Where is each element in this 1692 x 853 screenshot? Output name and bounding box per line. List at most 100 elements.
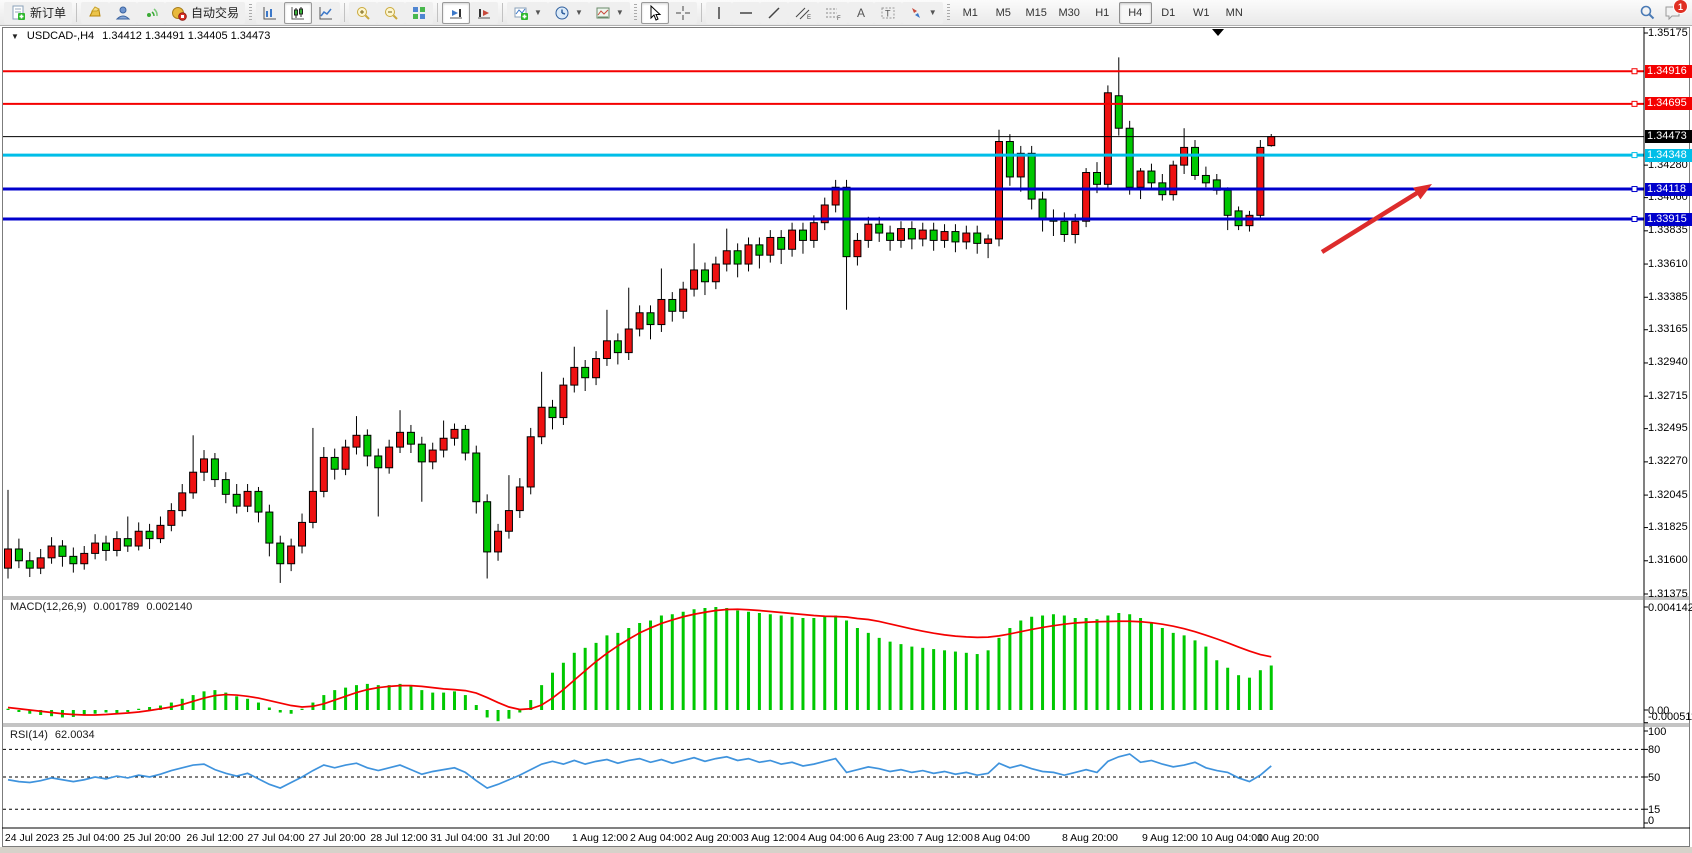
chart-canvas[interactable] (0, 0, 1692, 853)
timeframe-button-d1[interactable]: D1 (1152, 2, 1185, 24)
new-order-button[interactable]: 新订单 (4, 2, 72, 24)
macd-signal-value: 0.002140 (146, 601, 192, 613)
macd-value: 0.001789 (93, 601, 139, 613)
date-axis-label: 2 Aug 04:00 (630, 832, 686, 844)
date-axis-label: 25 Jul 04:00 (62, 832, 119, 844)
toolbar-grip (249, 4, 252, 22)
date-axis-label: 8 Aug 20:00 (1062, 832, 1118, 844)
date-axis-label: 28 Jul 12:00 (370, 832, 427, 844)
auto-scroll-button[interactable] (442, 2, 470, 24)
arrows-tool-button[interactable]: ▼ (902, 2, 943, 24)
date-axis-label: 4 Aug 04:00 (800, 832, 856, 844)
timeframe-group: M1M5M15M30H1H4D1W1MN (954, 2, 1251, 24)
price-axis-tick: 1.32495 (1648, 422, 1688, 434)
timeframe-button-mn[interactable]: MN (1218, 2, 1251, 24)
clock-icon (554, 5, 570, 21)
hline-handle (1632, 153, 1637, 158)
horizontal-line-tool-button[interactable] (732, 2, 760, 24)
hline-handle (1632, 217, 1637, 222)
date-axis-label: 31 Jul 04:00 (430, 832, 487, 844)
bar-chart-icon (262, 5, 278, 21)
periods-button[interactable]: ▼ (548, 2, 589, 24)
timeframe-button-m1[interactable]: M1 (954, 2, 987, 24)
chart-shift-button[interactable] (470, 2, 498, 24)
zoom-in-button[interactable] (349, 2, 377, 24)
rsi-axis-tick: 50 (1648, 772, 1660, 784)
timeframe-button-m15[interactable]: M15 (1020, 2, 1053, 24)
text-tool-button[interactable]: A (848, 2, 874, 24)
crosshair-icon (675, 5, 691, 21)
templates-button[interactable]: ▼ (589, 2, 630, 24)
timeframe-button-m30[interactable]: M30 (1053, 2, 1086, 24)
rsi-pane-label: RSI(14) 62.0034 (10, 729, 95, 741)
fibonacci-tool-button[interactable]: F (818, 2, 848, 24)
text-label-tool-button[interactable]: T (874, 2, 902, 24)
price-axis-tick: 1.33610 (1648, 258, 1688, 270)
timeframe-button-h4[interactable]: H4 (1119, 2, 1152, 24)
new-order-icon (10, 5, 26, 21)
toolbar-grip (947, 4, 950, 22)
text-label-icon: T (880, 5, 896, 21)
search-icon[interactable] (1639, 4, 1656, 21)
rsi-axis-tick: 100 (1648, 726, 1666, 738)
signals-button[interactable] (137, 2, 165, 24)
date-axis-label: 6 Aug 23:00 (858, 832, 914, 844)
rsi-line (8, 754, 1271, 788)
price-axis-tick: 1.33165 (1648, 323, 1688, 335)
svg-text:F: F (837, 16, 841, 21)
channel-tool-button[interactable]: E (788, 2, 818, 24)
price-axis-tick: 1.31600 (1648, 554, 1688, 566)
candlestick-chart-button[interactable] (284, 2, 312, 24)
rsi-axis-tick: 0 (1648, 815, 1654, 827)
price-axis-tick: 1.33385 (1648, 291, 1688, 303)
price-level-badge: 1.34695 (1645, 97, 1692, 110)
cursor-tool-button[interactable] (641, 2, 669, 24)
auto-trading-icon (171, 5, 187, 21)
date-axis-label: 3 Aug 12:00 (743, 832, 799, 844)
crosshair-tool-button[interactable] (669, 2, 697, 24)
macd-label: MACD(12,26,9) (10, 601, 86, 613)
indicators-button[interactable]: ▼ (507, 2, 548, 24)
auto-trading-button[interactable]: 自动交易 (165, 2, 245, 24)
community-button[interactable] (109, 2, 137, 24)
signal-waves-icon (143, 5, 159, 21)
chat-notification-icon[interactable]: 1 (1664, 4, 1682, 21)
trendline-icon (766, 5, 782, 21)
date-axis-label: 7 Aug 12:00 (917, 832, 973, 844)
dropdown-caret-icon: ▼ (616, 8, 624, 17)
bar-chart-button[interactable] (256, 2, 284, 24)
new-order-label: 新订单 (30, 4, 66, 21)
candlestick-chart-icon (290, 5, 306, 21)
line-chart-button[interactable] (312, 2, 340, 24)
date-axis-label: 10 Aug 04:00 (1201, 832, 1263, 844)
timeframe-button-w1[interactable]: W1 (1185, 2, 1218, 24)
dropdown-caret-icon: ▼ (929, 8, 937, 17)
timeframe-button-h1[interactable]: H1 (1086, 2, 1119, 24)
toolbar-separator (701, 3, 702, 22)
date-axis-label: 8 Aug 04:00 (974, 832, 1030, 844)
alerts-button[interactable] (81, 2, 109, 24)
date-axis-label: 26 Jul 12:00 (186, 832, 243, 844)
zoom-in-icon (355, 5, 371, 21)
svg-text:A: A (857, 6, 865, 20)
mt4-application: 新订单 自动交易 (0, 0, 1692, 853)
date-axis-label: 27 Jul 04:00 (247, 832, 304, 844)
price-axis-tick: 1.31825 (1648, 521, 1688, 533)
svg-text:T: T (885, 8, 891, 18)
date-axis-label: 24 Jul 2023 (5, 832, 59, 844)
date-axis-label: 9 Aug 12:00 (1142, 832, 1198, 844)
macd-pane-label: MACD(12,26,9) 0.001789 0.002140 (10, 601, 192, 613)
zoom-out-button[interactable] (377, 2, 405, 24)
vertical-line-tool-button[interactable] (706, 2, 732, 24)
timeframe-button-m5[interactable]: M5 (987, 2, 1020, 24)
indicators-icon (513, 5, 529, 21)
date-axis-label: 27 Jul 20:00 (308, 832, 365, 844)
toolbar-separator (76, 3, 77, 22)
trendline-tool-button[interactable] (760, 2, 788, 24)
price-level-badge: 1.34348 (1645, 149, 1692, 162)
tile-windows-button[interactable] (405, 2, 433, 24)
equidistant-channel-icon: E (794, 5, 812, 21)
hline-handle (1632, 101, 1637, 106)
tile-windows-icon (411, 5, 427, 21)
gold-icon (87, 5, 103, 21)
